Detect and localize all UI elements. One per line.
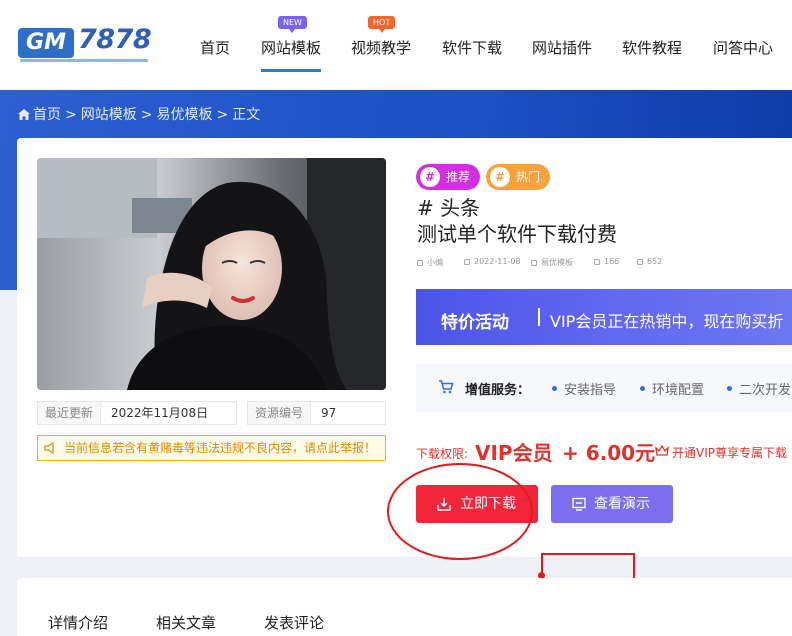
permission-label: 下载权限: [416, 447, 469, 461]
promo-text: VIP会员正在热销中，现在购买折 [550, 312, 784, 331]
tab-comments[interactable]: 发表评论 [264, 612, 324, 633]
post-date: 2022-11-08 [474, 257, 521, 266]
breadcrumb-sep: > [65, 107, 77, 123]
hash-icon: # [490, 167, 510, 187]
nav-item-templates[interactable]: 网站模板 [261, 37, 321, 58]
views-info: 652 [637, 257, 662, 266]
tag-recommended-label: 推荐 [446, 170, 471, 184]
new-badge: NEW [278, 16, 307, 33]
breadcrumb-sep: > [216, 107, 229, 123]
breadcrumb-home[interactable]: 首页 [33, 107, 61, 123]
price-amount: + 6.00元 [562, 441, 656, 465]
cart-icon [439, 380, 454, 394]
service-environment: 环境配置 [652, 383, 705, 398]
permission-vip: VIP会员 [475, 441, 553, 465]
author-name: 小编 [427, 258, 443, 267]
tag-recommended[interactable]: # 推荐 [416, 164, 481, 190]
service-label: 增值服务： [465, 383, 531, 398]
breadcrumb-eyou[interactable]: 易优模板 [156, 107, 212, 123]
views-count: 652 [647, 257, 663, 266]
view-demo-button[interactable]: 查看演示 [551, 485, 673, 523]
bullet-dot [552, 386, 557, 391]
logo-swoosh [20, 59, 148, 62]
portrait-image [37, 158, 386, 390]
headline-category[interactable]: # 头条 [417, 192, 480, 221]
download-button-label: 立即下载 [460, 496, 516, 512]
resource-id-row: 资源编号 97 [247, 401, 386, 425]
tag-hot-label: 热门 [516, 170, 541, 184]
tag-hot[interactable]: # 热门 [486, 164, 551, 190]
site-logo[interactable]: GM 7878 [18, 24, 152, 62]
vip-promo-banner[interactable]: 特价活动 VIP会员正在热销中，现在购买折 [416, 289, 792, 345]
nav-item-software-download[interactable]: 软件下载 [442, 37, 502, 58]
updated-value: 2022年11月08日 [111, 406, 209, 420]
report-notice-text: 当前信息若含有黄赌毒等违法违规不良内容，请点此举报！ [64, 441, 377, 455]
promo-title: 特价活动 [441, 313, 509, 333]
page-title: 测试单个软件下载付费 [417, 222, 617, 246]
date-info: 2022-11-08 [464, 257, 521, 266]
tab-details[interactable]: 详情介绍 [48, 612, 108, 633]
crown-icon [655, 445, 669, 456]
user-icon [417, 260, 423, 266]
calendar-icon [464, 259, 470, 265]
author-info: 小编 [417, 257, 443, 268]
hash-icon: # [420, 167, 440, 187]
thumbs-up-icon [594, 259, 600, 265]
updated-row: 最近更新 2022年11月08日 [37, 401, 237, 425]
home-icon [18, 109, 30, 120]
hot-badge: HOT [368, 16, 396, 33]
nav-active-indicator [261, 69, 321, 72]
category-info[interactable]: 易优模板 [531, 257, 573, 268]
report-notice[interactable]: 当前信息若含有黄赌毒等违法违规不良内容，请点此举报！ [37, 435, 386, 461]
nav-item-qa[interactable]: 问答中心 [713, 37, 773, 58]
promo-divider [538, 308, 540, 326]
vip-upgrade-link[interactable]: 开通VIP尊享专属下载 [672, 444, 787, 461]
service-custom-dev: 二次开发 [739, 383, 792, 398]
download-icon [437, 498, 451, 511]
folder-icon [531, 260, 537, 266]
value-added-services: 增值服务： 安装指导 环境配置 二次开发 [416, 364, 792, 412]
logo-number: 7878 [78, 24, 152, 55]
resource-id-label: 资源编号 [248, 402, 312, 424]
monitor-icon [572, 497, 586, 511]
download-button[interactable]: 立即下载 [416, 485, 538, 523]
bullet-dot [727, 386, 732, 391]
breadcrumb-templates[interactable]: 网站模板 [81, 107, 137, 123]
detail-tabs [17, 578, 792, 636]
eye-icon [637, 259, 643, 265]
nav-item-home[interactable]: 首页 [200, 37, 230, 58]
breadcrumb: 首页 > 网站模板 > 易优模板 > 正文 [18, 104, 264, 124]
service-install: 安装指导 [564, 383, 617, 398]
bullet-dot [640, 386, 645, 391]
logo-gm-mark: GM [18, 28, 74, 58]
likes-info: 166 [594, 257, 619, 266]
breadcrumb-current: 正文 [232, 107, 261, 123]
post-category: 易优模板 [541, 258, 573, 267]
megaphone-icon [44, 442, 54, 454]
nav-item-plugins[interactable]: 网站插件 [532, 37, 592, 58]
tab-related-articles[interactable]: 相关文章 [156, 612, 216, 633]
updated-label: 最近更新 [38, 402, 102, 424]
nav-item-video-tutorials[interactable]: 视频教学 [351, 37, 411, 58]
resource-id-value: 97 [321, 406, 337, 420]
breadcrumb-sep: > [140, 107, 153, 123]
nav-item-software-tutorials[interactable]: 软件教程 [622, 37, 682, 58]
site-header: GM 7878 NEW HOT 首页 网站模板 视频教学 软件下载 网站插件 软… [0, 0, 792, 90]
view-demo-button-label: 查看演示 [594, 496, 650, 512]
resource-thumbnail[interactable] [37, 158, 386, 390]
likes-count: 166 [604, 257, 620, 266]
